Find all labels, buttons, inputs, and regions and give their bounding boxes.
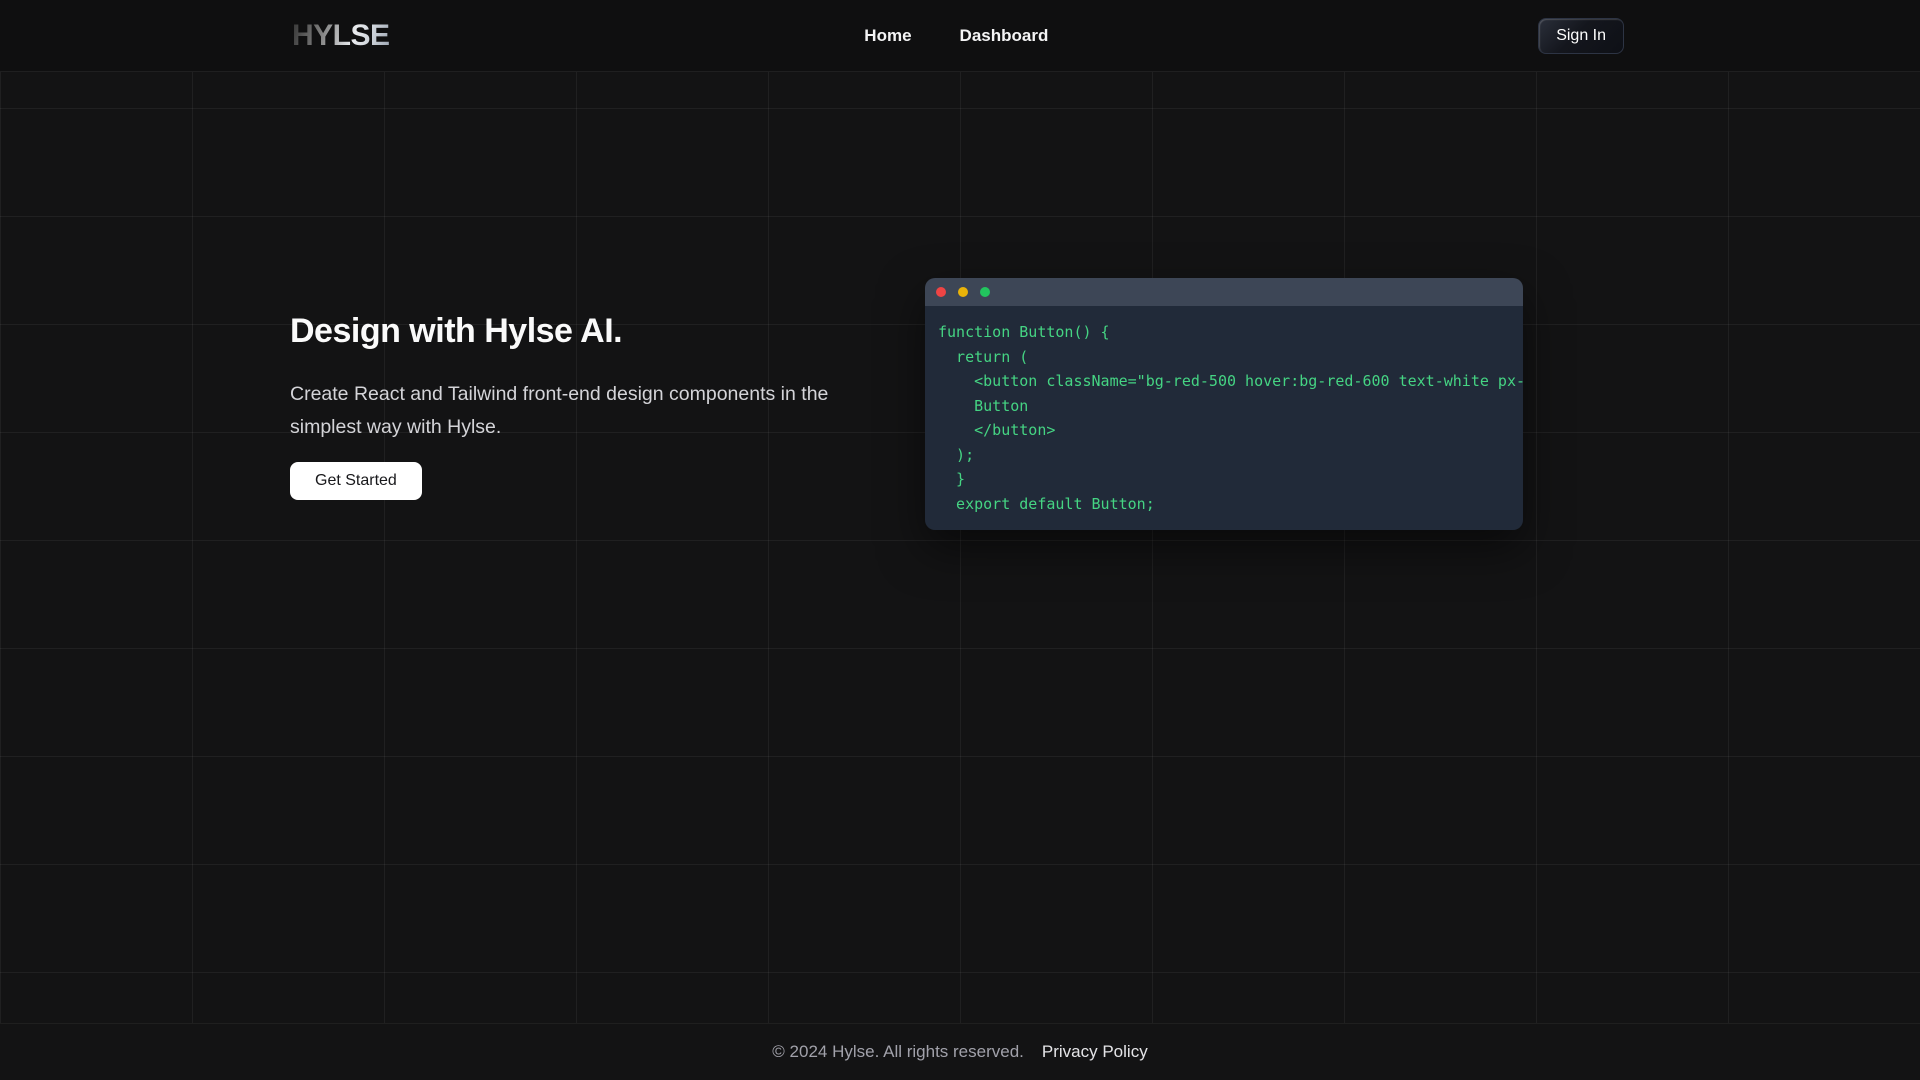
main-content: Design with Hylse AI. Create React and T… <box>0 72 1920 1023</box>
code-snippet: function Button() { return ( <button cla… <box>925 306 1523 530</box>
nav-link-home[interactable]: Home <box>864 26 911 46</box>
hylse-logo: HYLSE <box>292 18 390 52</box>
header: HYLSE Home Dashboard Sign In <box>0 0 1920 72</box>
minimize-dot-icon <box>958 287 968 297</box>
copyright-text: © 2024 Hylse. All rights reserved. <box>772 1042 1024 1061</box>
main-nav: Home Dashboard <box>864 26 1048 46</box>
hero-subheading: Create React and Tailwind front-end desi… <box>290 383 829 438</box>
code-line: </button> <box>938 421 1056 439</box>
landing-page: HYLSE Home Dashboard Sign In Design with… <box>0 0 1920 1080</box>
code-line: export default Button; <box>938 494 1155 513</box>
close-dot-icon <box>936 287 946 297</box>
code-line: return ( <box>938 347 1029 366</box>
code-line: } <box>938 470 966 488</box>
footer: © 2024 Hylse. All rights reserved. Priva… <box>0 1023 1920 1080</box>
code-line: ); <box>938 445 975 464</box>
code-line: function Button() { <box>938 323 1110 341</box>
maximize-dot-icon <box>980 287 990 297</box>
hero-heading: Design with Hylse AI. <box>290 312 623 350</box>
code-editor-window: function Button() { return ( <button cla… <box>925 278 1523 530</box>
window-titlebar <box>925 278 1523 306</box>
code-line: Button <box>938 396 1029 415</box>
hero-section: Design with Hylse AI. Create React and T… <box>290 310 910 500</box>
code-line: <button className="bg-red-500 hover:bg-r… <box>974 372 1523 390</box>
privacy-policy-link[interactable]: Privacy Policy <box>1042 1042 1148 1062</box>
sign-in-button[interactable]: Sign In <box>1538 17 1624 54</box>
get-started-button[interactable]: Get Started <box>290 462 422 500</box>
nav-link-dashboard[interactable]: Dashboard <box>960 26 1049 46</box>
